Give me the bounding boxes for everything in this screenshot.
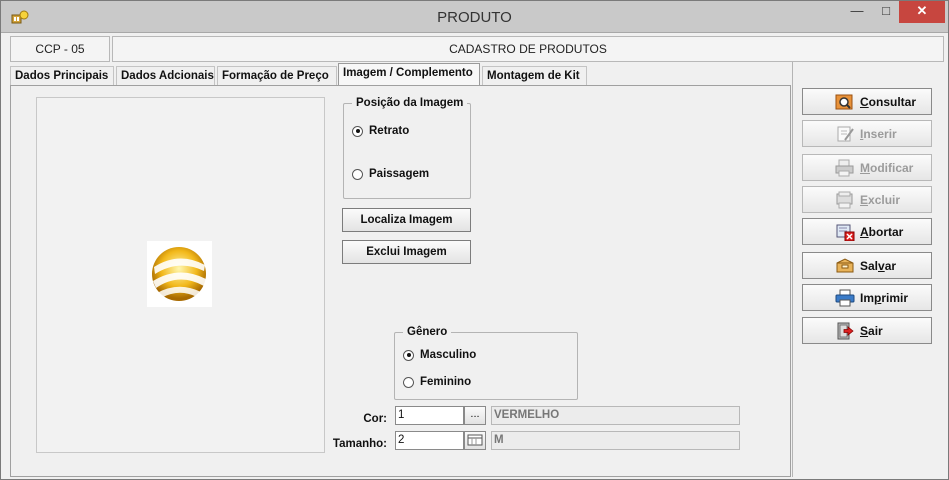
consultar-label: Consultar xyxy=(860,94,917,109)
sair-button[interactable]: Sair xyxy=(802,317,932,344)
tamanho-description-field: M xyxy=(491,431,740,450)
exit-door-icon xyxy=(837,322,854,339)
delete-image-button[interactable]: Exclui Imagem xyxy=(342,240,471,264)
abortar-label: Abortar xyxy=(860,224,904,239)
imprimir-button[interactable]: Imprimir xyxy=(802,284,932,311)
abortar-button[interactable]: Abortar xyxy=(802,218,932,245)
sair-label: Sair xyxy=(860,323,883,338)
tab-montagem-de-kit[interactable]: Montagem de Kit xyxy=(482,66,587,85)
inserir-button[interactable]: Inserir xyxy=(802,120,932,147)
radio-dot-masculino[interactable] xyxy=(403,349,414,361)
tab-formacao-de-preco[interactable]: Formação de Preço xyxy=(217,66,337,85)
abort-icon xyxy=(836,224,855,241)
radio-retrato-label: Retrato xyxy=(369,125,410,137)
calendar-icon xyxy=(467,434,483,446)
consultar-button[interactable]: Consultar xyxy=(802,88,932,115)
tamanho-lookup-button[interactable] xyxy=(464,431,486,450)
image-position-group: Posição da Imagem xyxy=(343,97,471,199)
gender-group: Gênero xyxy=(394,326,578,400)
tab-imagem-complemento[interactable]: Imagem / Complemento xyxy=(338,63,480,85)
cor-label: Cor: xyxy=(363,413,387,425)
imprimir-label: Imprimir xyxy=(860,290,909,305)
locate-image-button[interactable]: Localiza Imagem xyxy=(342,208,471,232)
title-bar[interactable]: PRODUTO — □ ✕ xyxy=(1,1,948,33)
radio-retrato[interactable]: Retrato xyxy=(352,125,409,137)
save-box-icon xyxy=(836,257,854,272)
tab-dados-principais[interactable]: Dados Principais xyxy=(10,66,114,85)
radio-masculino-label: Masculino xyxy=(420,349,477,361)
cor-description-field: VERMELHO xyxy=(491,406,740,425)
radio-paissagem-label: Paissagem xyxy=(369,168,430,180)
radio-dot-retrato[interactable] xyxy=(352,125,363,137)
radio-feminino-label: Feminino xyxy=(420,376,472,388)
cor-code-input[interactable]: 1 xyxy=(395,406,464,425)
excluir-button[interactable]: Excluir xyxy=(802,186,932,213)
salvar-label: Salvar xyxy=(860,258,897,273)
tamanho-code-input[interactable]: 2 xyxy=(395,431,464,450)
radio-masculino[interactable]: Masculino xyxy=(403,349,476,361)
inserir-label: Inserir xyxy=(860,126,897,141)
maximize-button[interactable]: □ xyxy=(873,1,899,23)
delete-icon xyxy=(836,191,853,208)
radio-feminino[interactable]: Feminino xyxy=(403,376,471,388)
edit-icon xyxy=(837,126,854,141)
search-icon xyxy=(835,94,853,109)
gender-legend: Gênero xyxy=(407,326,448,338)
radio-dot-paissagem[interactable] xyxy=(352,168,363,180)
radio-paissagem[interactable]: Paissagem xyxy=(352,168,429,180)
minimize-button[interactable]: — xyxy=(843,1,871,23)
screen-title: CADASTRO DE PRODUTOS xyxy=(112,36,944,62)
window-title: PRODUTO xyxy=(437,9,512,26)
product-image xyxy=(147,241,212,307)
modificar-button[interactable]: Modificar xyxy=(802,154,932,181)
radio-dot-feminino[interactable] xyxy=(403,376,414,388)
excluir-label: Excluir xyxy=(860,192,901,207)
modificar-label: Modificar xyxy=(860,160,914,175)
printer-modify-icon xyxy=(835,159,854,176)
salvar-button[interactable]: Salvar xyxy=(802,252,932,279)
close-button[interactable]: ✕ xyxy=(899,1,945,23)
product-window: PRODUTO — □ ✕ CCP - 05 CADASTRO DE PRODU… xyxy=(0,0,949,480)
print-icon xyxy=(835,289,855,306)
cor-lookup-button[interactable]: ... xyxy=(464,406,486,425)
image-position-legend: Posição da Imagem xyxy=(356,97,464,109)
tab-dados-adcionais[interactable]: Dados Adcionais xyxy=(116,66,215,85)
tamanho-label: Tamanho: xyxy=(332,438,387,450)
screen-code: CCP - 05 xyxy=(10,36,110,62)
